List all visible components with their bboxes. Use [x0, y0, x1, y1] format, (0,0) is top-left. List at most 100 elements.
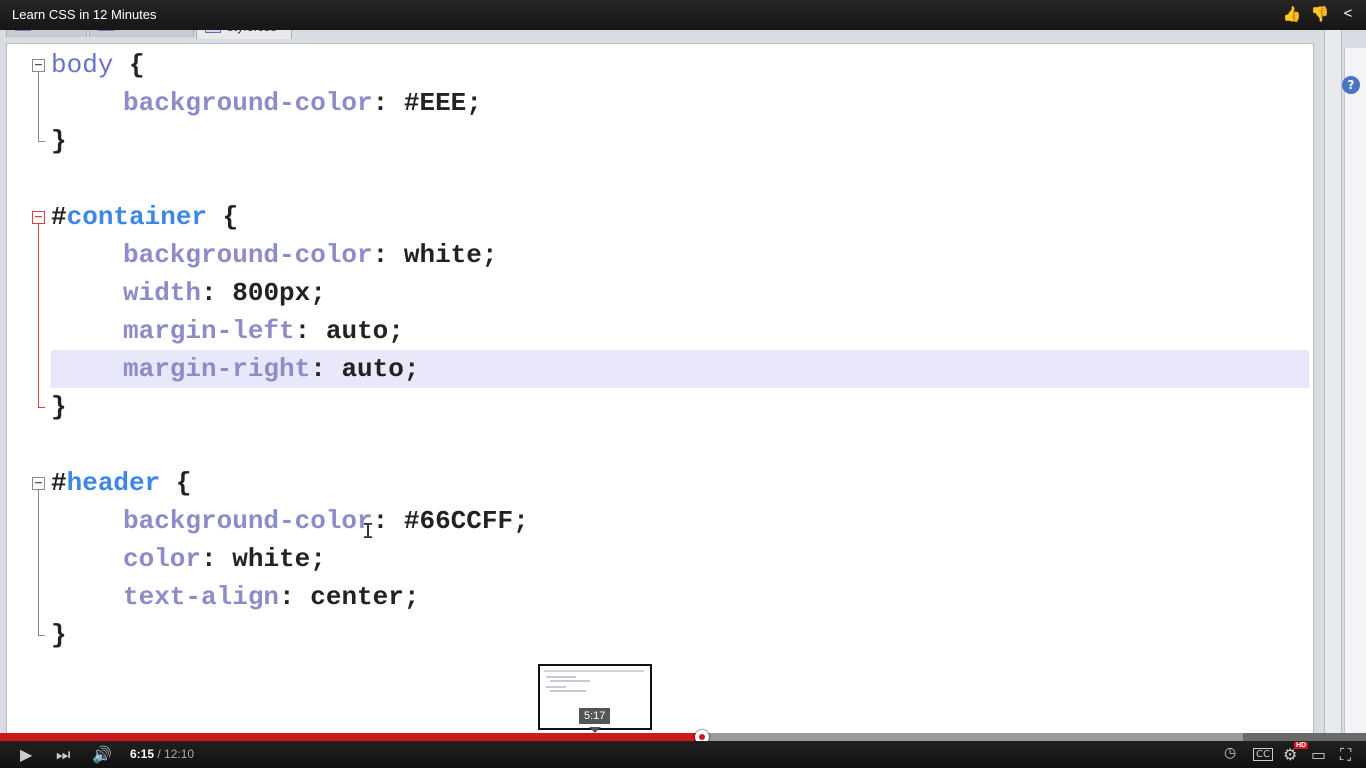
code-token-punc: : [201, 278, 233, 308]
code-line-text: background-color: #EEE; [51, 84, 482, 122]
code-token-prop: text-align [123, 582, 280, 612]
top-actions: 👍 👎 < [1282, 5, 1358, 23]
code-token-idsel: header [66, 468, 161, 498]
code-token-punc: ; [403, 582, 420, 612]
duration: 12:10 [164, 747, 195, 761]
code-line-text: } [51, 122, 67, 160]
code-token-prop: background-color [123, 506, 373, 536]
video-title[interactable]: Learn CSS in 12 Minutes [12, 7, 157, 22]
code-line[interactable]: } [7, 388, 1313, 426]
code-line[interactable]: background-color: #66CCFF; [7, 502, 1313, 540]
share-icon[interactable]: < [1338, 5, 1358, 23]
code-line[interactable]: #header { [7, 464, 1313, 502]
right-strip [1314, 30, 1366, 733]
code-token-val: 800px [232, 278, 311, 308]
preview-time: 5:17 [579, 708, 611, 724]
help-icon[interactable]: ? [1342, 76, 1360, 94]
code-line[interactable]: width: 800px; [7, 274, 1313, 312]
code-line-text: } [51, 388, 67, 426]
play-icon[interactable]: ▶ [20, 745, 32, 764]
fold-end-marker [38, 635, 45, 636]
dislike-icon[interactable]: 👎 [1310, 5, 1330, 23]
code-token-punc: } [51, 126, 67, 156]
vertical-scrollbar[interactable] [1324, 30, 1342, 733]
fold-toggle-icon[interactable]: − [32, 477, 45, 490]
code-area[interactable]: I body {background-color: #EEE;} #contain… [6, 43, 1314, 735]
code-line[interactable] [7, 160, 1313, 198]
captions-button[interactable]: CC [1253, 748, 1273, 761]
hd-badge: HD [1294, 742, 1309, 749]
code-token-punc: : [279, 582, 311, 612]
code-token-punc: # [51, 468, 67, 498]
code-line-text: body { [51, 46, 145, 84]
code-line-text: #container { [51, 198, 238, 236]
current-time: 6:15 [130, 747, 155, 761]
code-token-prop: margin-right [123, 354, 311, 384]
code-line-text: } [51, 616, 67, 654]
code-line[interactable]: } [7, 616, 1313, 654]
code-token-idsel: container [66, 202, 208, 232]
code-line[interactable]: #container { [7, 198, 1313, 236]
code-token-punc: : [372, 88, 404, 118]
code-token-punc: } [51, 392, 67, 422]
code-token-val: white [403, 240, 482, 270]
code-line-text: background-color: white; [51, 236, 497, 274]
code-token-punc: { [160, 468, 192, 498]
time-display: 6:15 / 12:10 [130, 747, 194, 761]
fold-toggle-icon[interactable]: − [32, 211, 45, 224]
code-token-prop: width [123, 278, 202, 308]
watch-later-icon[interactable]: ◷ [1224, 745, 1236, 761]
code-token-punc: ; [466, 88, 482, 118]
code-token-sel: body [51, 50, 114, 80]
fold-end-marker [38, 141, 45, 142]
code-token-prop: background-color [123, 88, 373, 118]
code-token-prop: margin-left [123, 316, 295, 346]
editor-window: new 2index.htmlstyle.css I body {backgro… [0, 10, 1366, 735]
code-token-punc: ; [403, 354, 420, 384]
code-line-text: #header { [51, 464, 191, 502]
fold-guide [38, 72, 39, 141]
code-token-prop: background-color [123, 240, 373, 270]
code-line[interactable]: body { [7, 46, 1313, 84]
player-controls: ▶ ⏭ 🔊 6:15 / 12:10 ◷ CC ⚙ HD ▭ ⛶ [0, 741, 1366, 768]
code-token-val: #EEE [403, 88, 467, 118]
fold-end-marker [38, 407, 45, 408]
code-line-text: text-align: center; [51, 578, 419, 616]
code-token-punc: : [372, 506, 404, 536]
code-token-punc: ; [310, 278, 326, 308]
code-token-punc: { [207, 202, 239, 232]
code-line-text: margin-right: auto; [51, 350, 419, 388]
fold-toggle-icon[interactable]: − [32, 59, 45, 72]
code-line[interactable]: margin-left: auto; [7, 312, 1313, 350]
code-line[interactable] [7, 426, 1313, 464]
code-token-punc: : [201, 544, 233, 574]
progress-bar[interactable] [0, 730, 1366, 744]
code-line[interactable]: color: white; [7, 540, 1313, 578]
code-token-punc: : [310, 354, 342, 384]
code-token-punc: : [372, 240, 404, 270]
code-token-punc: ; [388, 316, 404, 346]
code-line[interactable]: margin-right: auto; [51, 350, 1309, 388]
code-token-val: auto [325, 316, 389, 346]
preview-pointer [589, 727, 601, 733]
seek-preview-thumbnail: 5:17 [538, 664, 652, 730]
code-line[interactable]: text-align: center; [7, 578, 1313, 616]
next-icon[interactable]: ⏭ [56, 745, 70, 765]
like-icon[interactable]: 👍 [1282, 5, 1302, 23]
code-token-punc: : [294, 316, 326, 346]
code-token-punc: ; [481, 240, 498, 270]
code-token-punc: ; [310, 544, 326, 574]
code-line-text: color: white; [51, 540, 326, 578]
code-token-val: white [232, 544, 311, 574]
side-panel [1344, 48, 1366, 733]
code-line-text: margin-left: auto; [51, 312, 404, 350]
fullscreen-icon[interactable]: ⛶ [1340, 745, 1351, 765]
code-line[interactable]: } [7, 122, 1313, 160]
code-line[interactable]: background-color: #EEE; [7, 84, 1313, 122]
code-token-punc: ; [513, 506, 529, 536]
code-token-val: #66CCFF [403, 506, 514, 536]
code-line[interactable]: background-color: white; [7, 236, 1313, 274]
volume-icon[interactable]: 🔊 [92, 745, 112, 764]
code-token-punc: } [51, 620, 67, 650]
theater-mode-icon[interactable]: ▭ [1311, 745, 1326, 764]
